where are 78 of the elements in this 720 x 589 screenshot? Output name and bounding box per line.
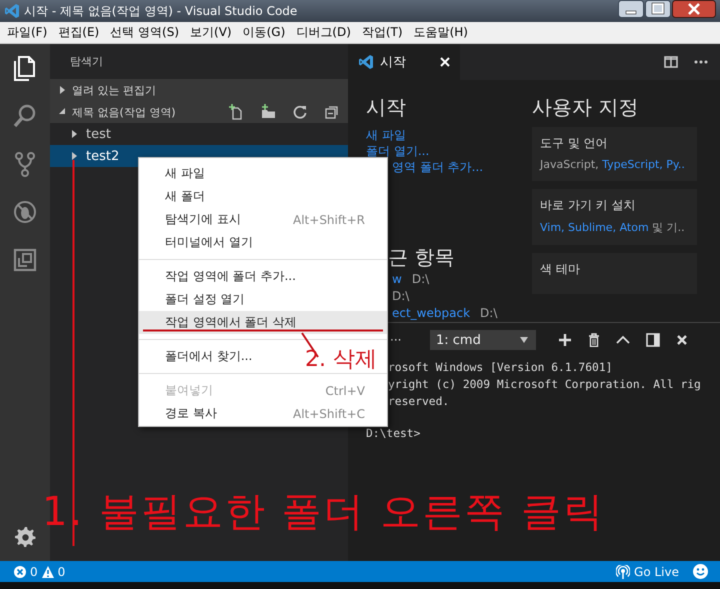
menu-item[interactable]: 편집(E) bbox=[53, 24, 106, 41]
section-heading: 시작 bbox=[366, 94, 407, 121]
app-logo-icon bbox=[358, 54, 374, 70]
card-title: 색 테마 bbox=[540, 261, 581, 278]
new-folder-icon[interactable] bbox=[260, 104, 276, 120]
app-logo-icon bbox=[4, 3, 20, 19]
customize-card[interactable]: 바로 가기 키 설치 Vim, Sublime, Atom 및 기.. bbox=[532, 189, 697, 245]
terminal-line: D:\test> bbox=[366, 427, 422, 442]
menu-item[interactable]: 보기(V) bbox=[185, 24, 238, 41]
bug-icon[interactable] bbox=[11, 198, 39, 226]
card-description: Vim, Sublime, Atom 및 기.. bbox=[540, 220, 686, 235]
start-link[interactable]: 폴더 열기... bbox=[366, 143, 532, 159]
section-header[interactable]: 열려 있는 편집기 bbox=[50, 79, 348, 101]
chevron-up-icon[interactable] bbox=[616, 335, 630, 345]
menu-item[interactable]: 탐색기에 표시 Alt+Shift+R bbox=[139, 208, 387, 231]
shortcut-label: Alt+Shift+C bbox=[292, 406, 365, 420]
settings-icon[interactable] bbox=[14, 525, 36, 547]
new-file-icon[interactable] bbox=[228, 104, 244, 120]
panel-layout-icon[interactable] bbox=[646, 333, 660, 347]
menu-item[interactable]: 경로 복사 Alt+Shift+C bbox=[139, 402, 387, 425]
maximize-button[interactable] bbox=[645, 0, 671, 18]
collapsed-caret-icon bbox=[70, 130, 78, 138]
menu-item[interactable]: 이동(G) bbox=[238, 24, 292, 41]
menu-item[interactable]: 새 폴더 bbox=[139, 185, 209, 208]
terminal-selector[interactable]: 1: cmd bbox=[430, 330, 536, 350]
dropdown-caret-icon bbox=[520, 337, 528, 343]
plus-icon[interactable] bbox=[558, 333, 572, 347]
recent-path: D:\ bbox=[480, 306, 498, 320]
trash-icon[interactable] bbox=[588, 333, 600, 347]
section-heading: 근 항목 bbox=[387, 244, 456, 271]
close-icon[interactable] bbox=[676, 334, 688, 346]
section-header[interactable]: 제목 없음(작업 영역) bbox=[50, 101, 348, 123]
card-description: JavaScript, TypeScript, Py.. bbox=[540, 158, 686, 171]
section-heading: 사용자 지정 bbox=[532, 94, 640, 121]
menu-item[interactable]: 폴더 설정 열기 bbox=[139, 288, 249, 311]
sidebar-title: 탐색기 bbox=[69, 54, 104, 70]
close-button[interactable] bbox=[672, 0, 716, 18]
menu-item[interactable]: 디버그(D) bbox=[291, 24, 357, 41]
card-title: 바로 가기 키 설치 bbox=[540, 197, 636, 214]
split-editor-icon[interactable] bbox=[664, 56, 678, 68]
menu-item[interactable]: 파일(F) bbox=[2, 24, 54, 41]
broadcast-icon bbox=[616, 564, 630, 578]
shortcut-label: Ctrl+V bbox=[325, 384, 365, 398]
menu-item[interactable]: 작업 영역에서 폴더 삭제 bbox=[139, 311, 387, 334]
more-actions-icon[interactable]: ··· bbox=[390, 333, 414, 347]
shortcut-label: Alt+Shift+R bbox=[293, 212, 365, 226]
card-title: 도구 및 언어 bbox=[540, 135, 609, 152]
editor-tab[interactable]: 시작 bbox=[348, 44, 460, 80]
menu-item[interactable]: 선택 영역(S) bbox=[105, 24, 186, 41]
collapse-all-icon[interactable] bbox=[324, 104, 340, 120]
menu-item[interactable]: 도움말(H) bbox=[408, 24, 474, 41]
extensions-icon[interactable] bbox=[11, 246, 39, 274]
menu-item[interactable]: 터미널에서 열기 bbox=[139, 231, 257, 254]
minimize-button[interactable] bbox=[618, 0, 644, 18]
customize-card[interactable]: 색 테마 bbox=[532, 253, 697, 294]
error-icon bbox=[14, 566, 26, 578]
customize-card[interactable]: 도구 및 언어 JavaScript, TypeScript, Py.. bbox=[532, 127, 697, 181]
smiley-icon[interactable] bbox=[693, 564, 708, 579]
recent-link[interactable]: w bbox=[392, 272, 402, 286]
warning-icon bbox=[42, 566, 54, 578]
terminal-line: rosoft Windows [Version 6.1.7601] bbox=[387, 361, 614, 376]
refresh-icon[interactable] bbox=[292, 104, 308, 120]
problems-indicator[interactable]: 0 0 bbox=[14, 564, 66, 578]
window-title: 시작 - 제목 없음(작업 영역) - Visual Studio Code bbox=[24, 2, 298, 20]
menu-item[interactable]: 작업(T) bbox=[356, 24, 409, 41]
recent-link[interactable]: ect_webpack bbox=[392, 306, 470, 320]
terminal-line: reserved. bbox=[387, 395, 450, 410]
start-link[interactable]: 새 파일 bbox=[366, 127, 532, 143]
menu-item[interactable]: 작업 영역에 폴더 추가... bbox=[139, 265, 300, 288]
recent-path: D:\ bbox=[412, 272, 430, 286]
go-live-button[interactable]: Go Live bbox=[616, 564, 679, 578]
annotation-text: 2. 삭제 bbox=[305, 346, 377, 374]
menu-item[interactable]: 폴더에서 찾기... bbox=[139, 345, 256, 368]
more-actions-icon[interactable] bbox=[694, 60, 708, 64]
tree-item[interactable]: test bbox=[50, 123, 348, 145]
terminal-line: yright (c) 2009 Microsoft Corporation. All rig bbox=[387, 378, 702, 393]
collapsed-caret-icon bbox=[70, 152, 78, 160]
recent-path: D:\ bbox=[392, 289, 410, 303]
